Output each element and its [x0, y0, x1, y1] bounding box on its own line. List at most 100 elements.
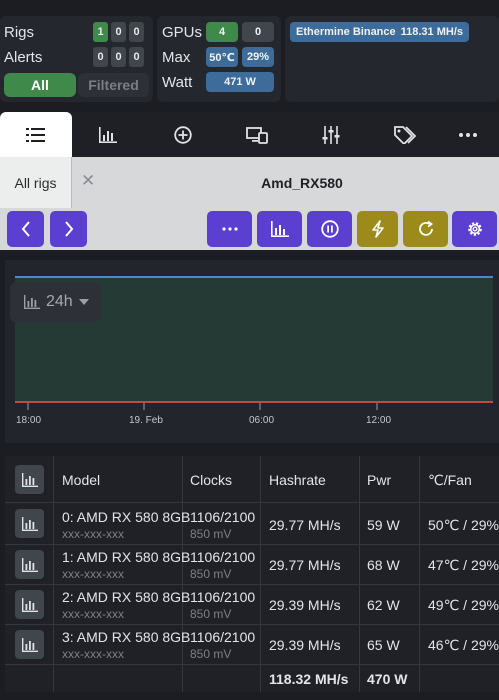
gpus-bad-count[interactable]: 0: [242, 22, 274, 42]
gpu-voltage: 850 mV: [190, 647, 232, 661]
gpu-temp-fan: 47℃ / 29%: [428, 557, 499, 573]
rigs-warning-count[interactable]: 0: [111, 22, 126, 42]
tab-list[interactable]: [0, 112, 72, 157]
tab-stats[interactable]: [72, 112, 144, 157]
bar-chart-icon: [21, 557, 38, 572]
rig-chart: 24h 18:00 19. Feb 06:00 12:00: [5, 260, 499, 443]
next-rig-button[interactable]: [50, 211, 87, 247]
filter-filtered-button[interactable]: Filtered: [78, 73, 149, 97]
gpu-hashrate: 29.77 MH/s: [269, 557, 341, 573]
gpu-power: 62 W: [367, 597, 400, 613]
pause-icon: [320, 220, 339, 238]
total-power: 470 W: [367, 671, 408, 687]
bar-chart-icon: [270, 221, 289, 237]
list-icon: [26, 127, 45, 142]
header-temp-fan[interactable]: ℃/Fan: [428, 472, 472, 489]
close-icon[interactable]: ✕: [81, 171, 95, 191]
header-clocks[interactable]: Clocks: [190, 472, 232, 488]
alerts-count-2[interactable]: 0: [111, 47, 126, 67]
rigs-online-count[interactable]: 1: [93, 22, 108, 42]
col-divider: [182, 456, 183, 692]
gpu-temp-fan: 50℃ / 29%: [428, 517, 499, 533]
header-stats-button[interactable]: [15, 465, 44, 494]
tab-tuning[interactable]: [295, 112, 367, 157]
row-stats-button[interactable]: [15, 590, 44, 619]
row-divider: [5, 624, 499, 625]
tab-add[interactable]: [147, 112, 219, 157]
rigs-offline-count[interactable]: 0: [129, 22, 144, 42]
watt-label: Watt: [162, 74, 193, 91]
gpu-hashrate: 29.77 MH/s: [269, 517, 341, 533]
gpu-clocks: 1106/2100: [190, 589, 256, 605]
filter-all-button[interactable]: All: [4, 73, 76, 97]
tags-icon: [394, 125, 416, 144]
bar-chart-icon: [21, 516, 38, 531]
gpu-model: 3: AMD RX 580 8GB: [62, 629, 191, 645]
max-temp-badge: 50℃: [206, 47, 238, 67]
gpu-clocks: 1106/2100: [190, 549, 256, 565]
gpus-label: GPUs: [162, 24, 203, 41]
gpu-clocks: 1106/2100: [190, 629, 256, 645]
gpu-model: 1: AMD RX 580 8GB: [62, 549, 191, 565]
col-divider: [260, 456, 261, 692]
settings-button[interactable]: [452, 211, 497, 247]
power-button[interactable]: [357, 211, 398, 247]
reboot-button[interactable]: [403, 211, 448, 247]
row-stats-button[interactable]: [15, 630, 44, 659]
bar-chart-icon: [21, 637, 38, 652]
bar-chart-icon: [21, 597, 38, 612]
bar-chart-icon: [24, 295, 40, 309]
pause-button[interactable]: [307, 211, 352, 247]
total-hashrate: 118.32 MH/s: [269, 671, 349, 687]
rigs-label: Rigs: [4, 24, 35, 41]
all-rigs-button[interactable]: All rigs: [0, 157, 72, 208]
header-hashrate[interactable]: Hashrate: [269, 472, 326, 488]
gpu-voltage: 850 mV: [190, 527, 232, 541]
tab-devices[interactable]: [221, 112, 293, 157]
range-selector[interactable]: 24h: [10, 282, 101, 322]
header-pwr[interactable]: Pwr: [367, 472, 391, 488]
alerts-count-1[interactable]: 0: [93, 47, 108, 67]
gpu-hashrate: 29.39 MH/s: [269, 597, 341, 613]
stats-button[interactable]: [257, 211, 302, 247]
x-tick-label-4: 12:00: [366, 415, 392, 426]
gpu-clocks: 1106/2100: [190, 509, 256, 525]
gpus-ok-count[interactable]: 4: [206, 22, 238, 42]
pool-badge[interactable]: Ethermine Binance 118.31 MH/s: [290, 22, 469, 42]
gpu-table: Model Clocks Hashrate Pwr ℃/Fan 0: AMD R…: [5, 456, 499, 692]
gpu-model: 2: AMD RX 580 8GB: [62, 589, 191, 605]
col-divider: [419, 456, 420, 692]
row-stats-button[interactable]: [15, 509, 44, 538]
more-icon: [458, 132, 477, 137]
chevron-right-icon: [64, 221, 73, 237]
refresh-icon: [418, 220, 433, 236]
alerts-label: Alerts: [4, 49, 43, 66]
row-divider: [5, 544, 499, 545]
gpu-temp-fan: 49℃ / 29%: [428, 597, 499, 613]
x-tick-label-3: 06:00: [249, 415, 275, 426]
max-label: Max: [162, 49, 191, 66]
gpu-power: 65 W: [367, 637, 400, 653]
gear-icon: [467, 222, 482, 236]
gpu-voltage: 850 mV: [190, 567, 232, 581]
row-stats-button[interactable]: [15, 550, 44, 579]
more-actions-button[interactable]: [207, 211, 252, 247]
action-bar: [0, 208, 499, 250]
sliders-icon: [322, 125, 340, 144]
tab-tags[interactable]: [369, 112, 441, 157]
pool-name: Ethermine Binance: [296, 26, 396, 38]
col-divider: [359, 456, 360, 692]
prev-rig-button[interactable]: [7, 211, 44, 247]
bar-chart-icon: [99, 126, 117, 143]
tab-more[interactable]: [436, 112, 499, 157]
header-model[interactable]: Model: [62, 472, 100, 488]
rig-header: All rigs ✕ Amd_RX580: [0, 157, 499, 208]
devices-icon: [246, 126, 268, 144]
gpu-power: 68 W: [367, 557, 400, 573]
caret-down-icon: [78, 299, 89, 305]
pool-hashrate: 118.31 MH/s: [400, 26, 463, 38]
gpu-voltage: 850 mV: [190, 607, 232, 621]
chevron-left-icon: [21, 221, 30, 237]
alerts-count-3[interactable]: 0: [129, 47, 144, 67]
x-tick-label-1: 18:00: [16, 415, 42, 426]
